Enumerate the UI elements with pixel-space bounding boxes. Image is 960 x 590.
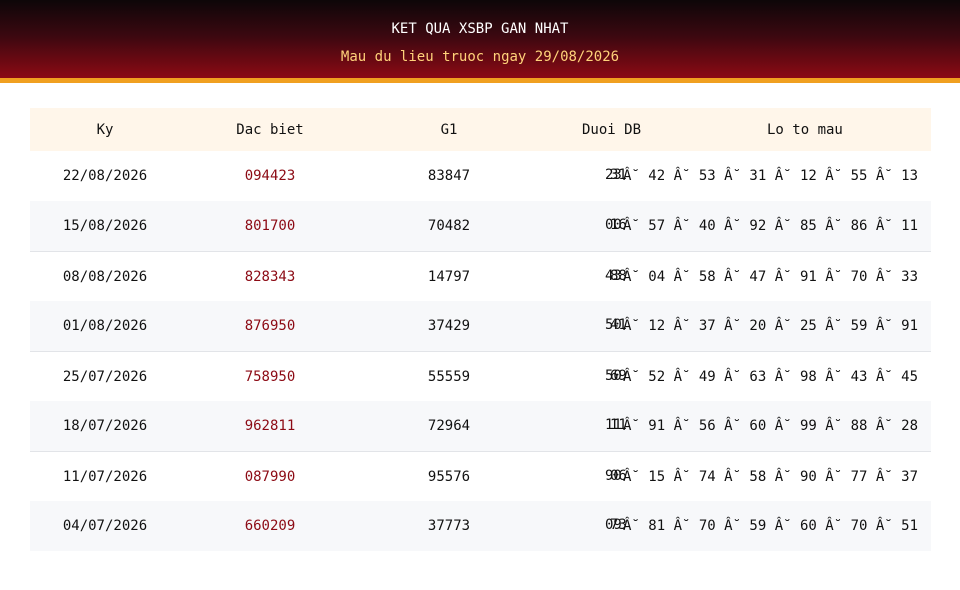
cell-g1: 72964 [427, 418, 471, 434]
cell-ky: 01/08/2026 [62, 318, 148, 334]
cell-ky: 15/08/2026 [62, 218, 148, 234]
cell-ky: 11/07/2026 [62, 468, 148, 485]
cell-lo-to-mau: Â˘ 12 Â˘ 37 Â˘ 20 Â˘ 25 Â˘ 59 Â˘ 91 [623, 318, 919, 334]
cell-g1: 37773 [427, 518, 471, 534]
table-row: 18/07/2026 962811 72964 11 11 Â˘ 91 Â˘ 56 Â˘ … [30, 401, 931, 451]
cell-dac-biet: 962811 [244, 418, 296, 434]
table-row: 01/08/2026 876950 37429 50 41 Â˘ 12 Â˘ 37 Â˘ … [30, 301, 931, 351]
cell-dac-biet: 801700 [244, 218, 296, 234]
table-header-row: Ky Dac biet G1 Duoi DB Lo to mau [30, 108, 931, 151]
table-row: 15/08/2026 801700 70482 00 16 Â˘ 57 Â˘ 40 Â˘ … [30, 201, 931, 251]
cell-ky: 25/07/2026 [62, 368, 148, 385]
cell-lo-to-mau: Â˘ 81 Â˘ 70 Â˘ 59 Â˘ 60 Â˘ 70 Â˘ 51 [623, 518, 919, 534]
page-title: KET QUA XSBP GAN NHAT [391, 21, 569, 37]
cell-g1: 83847 [427, 168, 471, 184]
page-subtitle: Mau du lieu truoc ngay 29/08/2026 [340, 49, 620, 65]
column-header-ky: Ky [96, 121, 114, 138]
page-header: KET QUA XSBP GAN NHAT Mau du lieu truoc … [0, 0, 960, 83]
table-row: 22/08/2026 094423 83847 23 31 Â˘ 42 Â˘ 53 Â˘ … [30, 151, 931, 201]
table-row: 25/07/2026 758950 55559 50 69 Â˘ 52 Â˘ 49 Â˘ … [30, 351, 931, 401]
cell-dac-biet: 876950 [244, 318, 296, 334]
column-header-duoi-db: Duoi DB [582, 121, 642, 138]
cell-ky: 08/08/2026 [62, 268, 148, 285]
cell-lo-to-mau: Â˘ 15 Â˘ 74 Â˘ 58 Â˘ 90 Â˘ 77 Â˘ 37 [623, 468, 919, 485]
table-row: 11/07/2026 087990 95576 90 06 Â˘ 15 Â˘ 74 Â˘ … [30, 451, 931, 501]
cell-g1: 95576 [427, 468, 471, 485]
cell-dac-biet: 828343 [244, 268, 296, 285]
table-body: 22/08/2026 094423 83847 23 31 Â˘ 42 Â˘ 53 Â˘ … [30, 151, 931, 551]
cell-dac-biet: 094423 [244, 168, 296, 184]
results-table: Ky Dac biet G1 Duoi DB Lo to mau 22/08/2… [30, 108, 931, 551]
cell-lo-to-mau: Â˘ 42 Â˘ 53 Â˘ 31 Â˘ 12 Â˘ 55 Â˘ 13 [623, 168, 919, 184]
cell-dac-biet: 087990 [244, 468, 296, 485]
cell-g1: 14797 [427, 268, 471, 285]
cell-ky: 18/07/2026 [62, 418, 148, 434]
column-header-g1: G1 [440, 121, 458, 138]
cell-lo-to-mau: Â˘ 52 Â˘ 49 Â˘ 63 Â˘ 98 Â˘ 43 Â˘ 45 [623, 368, 919, 385]
cell-g1: 37429 [427, 318, 471, 334]
cell-ky: 22/08/2026 [62, 168, 148, 184]
cell-dac-biet: 758950 [244, 368, 296, 385]
cell-dac-biet: 660209 [244, 518, 296, 534]
table-row: 04/07/2026 660209 37773 09 73 Â˘ 81 Â˘ 70 Â˘ … [30, 501, 931, 551]
cell-lo-to-mau: Â˘ 57 Â˘ 40 Â˘ 92 Â˘ 85 Â˘ 86 Â˘ 11 [623, 218, 919, 234]
table-row: 08/08/2026 828343 14797 43 88 Â˘ 04 Â˘ 58 Â˘ … [30, 251, 931, 301]
cell-g1: 55559 [427, 368, 471, 385]
column-header-lo-to-mau: Lo to mau [767, 121, 843, 138]
column-header-dac-biet: Dac biet [236, 121, 304, 138]
cell-g1: 70482 [427, 218, 471, 234]
cell-lo-to-mau: Â˘ 91 Â˘ 56 Â˘ 60 Â˘ 99 Â˘ 88 Â˘ 28 [623, 418, 919, 434]
cell-lo-to-mau: Â˘ 04 Â˘ 58 Â˘ 47 Â˘ 91 Â˘ 70 Â˘ 33 [623, 268, 919, 285]
cell-ky: 04/07/2026 [62, 518, 148, 534]
